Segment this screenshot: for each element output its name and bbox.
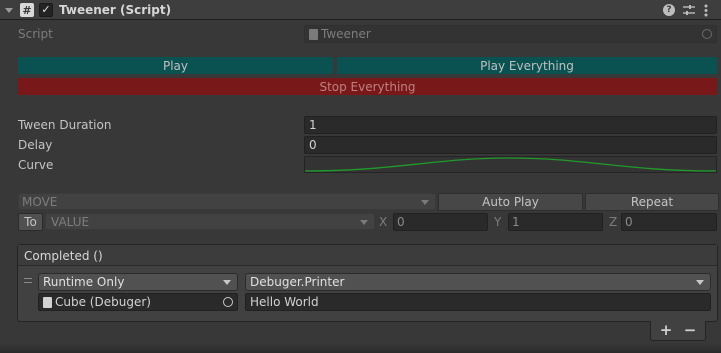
runtime-dropdown[interactable]: Runtime Only (38, 273, 238, 291)
component-title: Tweener (Script) (59, 3, 172, 17)
chevron-down-icon (696, 280, 704, 285)
x-field[interactable]: 0 (393, 213, 488, 231)
play-everything-label: Play Everything (480, 58, 574, 73)
z-label: Z (609, 215, 618, 229)
target-object-field[interactable]: Cube (Debuger) (38, 293, 238, 311)
z-field[interactable]: 0 (621, 213, 717, 231)
runtime-value: Runtime Only (43, 275, 125, 289)
event-header (18, 245, 717, 266)
preset-sliders-icon[interactable] (683, 4, 695, 16)
function-dropdown[interactable]: Debuger.Printer (245, 273, 711, 291)
stop-everything-button[interactable]: Stop Everything (18, 78, 717, 95)
curve-line (305, 157, 716, 172)
curve-field[interactable] (304, 156, 717, 173)
tween-mode-value: MOVE (22, 194, 58, 209)
value-dropdown[interactable]: VALUE (45, 213, 375, 230)
kebab-menu-icon[interactable] (704, 4, 708, 17)
help-icon[interactable]: ? (663, 4, 675, 16)
auto-play-label: Auto Play (482, 195, 539, 209)
delay-label: Delay (18, 138, 53, 152)
script-label: Script (18, 27, 53, 41)
play-label: Play (162, 58, 189, 73)
enabled-checkbox[interactable]: ✓ (39, 3, 53, 17)
x-label: X (379, 215, 388, 229)
chevron-down-icon (223, 280, 231, 285)
stop-everything-label: Stop Everything (319, 79, 416, 94)
foldout-arrow-icon[interactable] (5, 8, 13, 13)
function-value: Debuger.Printer (250, 275, 345, 289)
delay-field[interactable]: 0 (304, 136, 717, 154)
script-value: Tweener (321, 27, 371, 41)
script-file-icon (309, 28, 318, 40)
y-field[interactable]: 1 (508, 213, 603, 231)
repeat-toggle[interactable]: Repeat (585, 193, 719, 211)
play-button[interactable]: Play (18, 57, 333, 74)
script-hash-icon: # (20, 3, 34, 17)
argument-field[interactable]: Hello World (245, 293, 711, 311)
tween-mode-dropdown[interactable]: MOVE (18, 193, 436, 210)
y-label: Y (494, 215, 502, 229)
object-picker-icon[interactable] (223, 297, 233, 307)
chevron-down-icon (360, 219, 368, 225)
add-event-button[interactable]: + (655, 321, 677, 339)
to-label: To (24, 215, 37, 229)
object-picker-icon[interactable] (702, 29, 712, 39)
drag-handle-icon[interactable] (24, 278, 32, 283)
event-title: Completed () (24, 249, 103, 263)
to-button[interactable]: To (18, 213, 43, 231)
tween-duration-label: Tween Duration (18, 118, 112, 132)
bottom-shadow (0, 343, 721, 353)
argument-value: Hello World (250, 295, 319, 309)
curve-label: Curve (18, 158, 54, 172)
checkbox-check-icon: ✓ (41, 3, 51, 16)
play-everything-button[interactable]: Play Everything (337, 57, 717, 74)
curve-graph (305, 157, 716, 172)
script-file-icon (43, 296, 52, 308)
target-object-value: Cube (Debuger) (55, 295, 151, 309)
add-icon: + (659, 321, 673, 339)
script-object-field[interactable]: Tweener (304, 25, 717, 43)
auto-play-toggle[interactable]: Auto Play (438, 193, 583, 211)
value-type: VALUE (51, 214, 90, 229)
chevron-down-icon (421, 199, 429, 205)
remove-event-button[interactable]: − (679, 321, 701, 339)
remove-icon: − (683, 321, 697, 339)
tween-duration-field[interactable]: 1 (304, 116, 717, 134)
repeat-label: Repeat (630, 195, 674, 209)
